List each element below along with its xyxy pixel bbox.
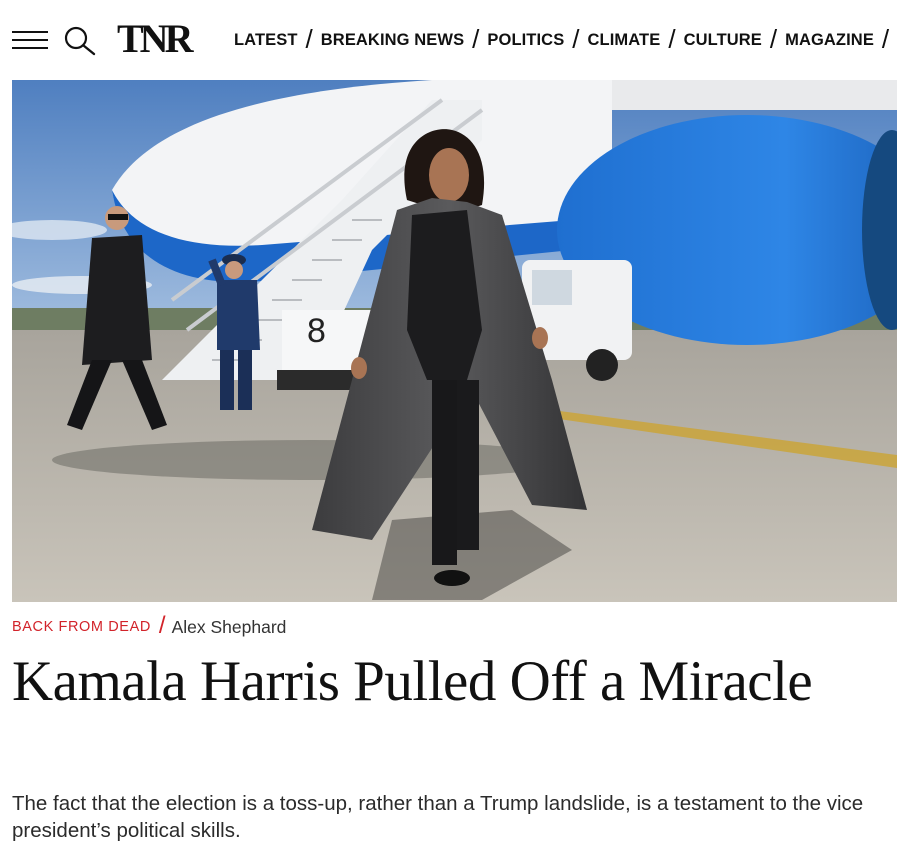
nav-separator: / <box>769 23 778 54</box>
nav-separator: / <box>881 23 890 54</box>
nav-separator: / <box>472 23 480 54</box>
site-logo[interactable]: TNR <box>117 18 207 60</box>
article-meta: BACK FROM DEAD / Alex Shephard <box>12 612 287 639</box>
main-nav: LATEST / BREAKING NEWS / POLITICS / CLIM… <box>234 23 897 54</box>
article-kicker[interactable]: BACK FROM DEAD <box>12 619 151 635</box>
nav-separator: / <box>572 23 580 54</box>
menu-bar-line <box>12 47 48 49</box>
menu-bar-line <box>12 39 48 41</box>
article-author[interactable]: Alex Shephard <box>172 617 287 638</box>
menu-bar-line <box>12 31 48 33</box>
nav-item-magazine[interactable]: MAGAZINE <box>785 31 874 50</box>
site-header: TNR LATEST / BREAKING NEWS / POLITICS / … <box>0 0 908 80</box>
stair-number: 8 <box>307 312 326 350</box>
nav-item-climate[interactable]: CLIMATE <box>588 31 661 50</box>
article-headline[interactable]: Kamala Harris Pulled Off a Miracle <box>12 652 892 712</box>
nav-separator: / <box>305 23 313 54</box>
nav-separator: / <box>668 23 676 54</box>
nav-item-breaking-news[interactable]: BREAKING NEWS <box>321 31 464 50</box>
meta-separator: / <box>158 612 166 639</box>
nav-item-culture[interactable]: CULTURE <box>684 31 762 50</box>
nav-item-politics[interactable]: POLITICS <box>487 31 564 50</box>
hamburger-menu-icon[interactable] <box>12 28 48 52</box>
hero-image[interactable]: 8 <box>12 80 897 602</box>
article-dek: The fact that the election is a toss-up,… <box>12 792 864 842</box>
search-icon[interactable] <box>62 24 98 56</box>
nav-item-latest[interactable]: LATEST <box>234 31 298 50</box>
